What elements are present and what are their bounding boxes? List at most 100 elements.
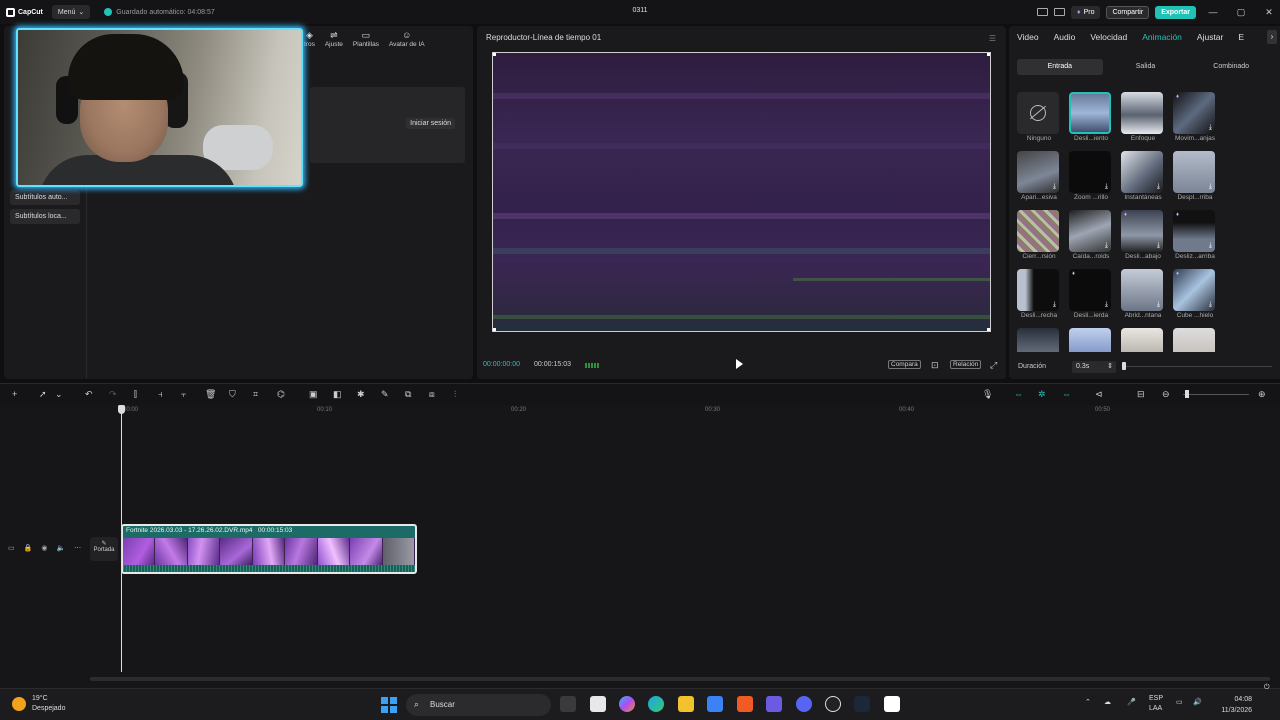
- animation-item[interactable]: ⤓ Abrid...ntana: [1121, 269, 1165, 319]
- split-right-icon[interactable]: ⫟: [181, 389, 186, 400]
- chevron-down-icon[interactable]: ⌄: [55, 389, 63, 400]
- cloud-icon[interactable]: ☁: [1104, 698, 1111, 706]
- select-cursor-icon[interactable]: ➚: [39, 389, 47, 400]
- zoom-slider-handle[interactable]: [1185, 390, 1189, 398]
- animation-item[interactable]: ⤓ Caída...roids: [1069, 210, 1113, 260]
- volume-icon[interactable]: 🔊: [1193, 698, 1202, 706]
- animation-item[interactable]: ⤓ Desli...recha: [1017, 269, 1061, 319]
- compare-button[interactable]: Compara: [888, 360, 921, 369]
- resize-handle-icon[interactable]: [493, 328, 496, 331]
- animation-item[interactable]: ♦ ⤓ Movim...anjas: [1173, 92, 1217, 142]
- animation-item[interactable]: ⤓ Instantáneas: [1121, 151, 1165, 201]
- animation-item[interactable]: ♦ ⤓ Despl...rriba: [1173, 151, 1217, 201]
- menu-button[interactable]: Menú ⌄: [51, 5, 91, 19]
- ai-tool-icon[interactable]: ⌬: [277, 389, 285, 400]
- duration-input[interactable]: 0.3s ⇕: [1072, 361, 1116, 373]
- animation-item[interactable]: Cierr...rsión: [1017, 210, 1061, 260]
- subtab-in[interactable]: Entrada: [1017, 59, 1103, 75]
- cover-button[interactable]: ✎ Portada: [90, 537, 118, 561]
- redo-icon[interactable]: ↷: [109, 389, 117, 400]
- minimize-icon[interactable]: —: [1202, 7, 1224, 17]
- mirror-icon[interactable]: ◧: [333, 389, 342, 400]
- shield-icon[interactable]: ⛉: [229, 389, 236, 400]
- animation-item[interactable]: [1121, 328, 1165, 352]
- fullscreen-icon[interactable]: ⤢: [990, 360, 997, 371]
- animation-item[interactable]: ⤓ Apari...esiva: [1017, 151, 1061, 201]
- animation-item[interactable]: Ninguno: [1017, 92, 1061, 142]
- eye-icon[interactable]: ◉: [41, 544, 47, 552]
- tab-video[interactable]: Video: [1017, 32, 1039, 42]
- snap-icon[interactable]: ✲: [1038, 389, 1046, 400]
- tab-more[interactable]: E: [1238, 32, 1244, 42]
- shortcuts-icon[interactable]: [1053, 8, 1065, 16]
- more-icon[interactable]: ⋯: [74, 544, 81, 552]
- taskbar-search[interactable]: ⌕ Buscar: [406, 694, 551, 716]
- crop-icon[interactable]: ⌗: [253, 389, 258, 400]
- notification-icon[interactable]: ⏻: [1264, 684, 1270, 692]
- split-icon[interactable]: ⫿: [134, 389, 137, 400]
- nav-adjust[interactable]: ⇌ Ajuste: [325, 30, 343, 48]
- delete-icon[interactable]: 🗑: [205, 389, 216, 400]
- share-button[interactable]: Compartir: [1106, 5, 1150, 19]
- tab-speed[interactable]: Velocidad: [1090, 32, 1127, 42]
- playhead[interactable]: [121, 412, 122, 672]
- nav-templates[interactable]: ▭ Plantillas: [353, 30, 379, 48]
- maximize-icon[interactable]: ▢: [1230, 7, 1252, 18]
- close-icon[interactable]: ✕: [1258, 7, 1280, 18]
- duration-slider[interactable]: [1122, 366, 1272, 367]
- caption-icon[interactable]: ⧉: [405, 389, 411, 400]
- edge-icon[interactable]: [648, 696, 664, 712]
- zoom-out-icon[interactable]: ⊖: [1162, 389, 1170, 400]
- tab-audio[interactable]: Audio: [1054, 32, 1076, 42]
- nav-filters[interactable]: ◈ tros: [304, 30, 315, 48]
- menu-icon[interactable]: ☰: [989, 34, 996, 43]
- video-clip[interactable]: Fortnite 2026.03.03 - 17.26.26.02.DVR.mp…: [121, 524, 417, 574]
- chatgpt-icon[interactable]: [825, 696, 841, 712]
- zoom-in-icon[interactable]: ⊕: [1258, 389, 1266, 400]
- caption-toggle-icon[interactable]: ⊟: [1137, 389, 1145, 400]
- subtab-out[interactable]: Salida: [1103, 59, 1189, 75]
- video-preview[interactable]: [492, 52, 991, 332]
- steam-icon[interactable]: [854, 696, 870, 712]
- timeline-ruler[interactable]: 00:00 00:10 00:20 00:30 00:40 00:50: [121, 405, 1280, 417]
- copilot-icon[interactable]: [619, 696, 635, 712]
- login-button[interactable]: Iniciar sesión: [406, 118, 455, 129]
- lock-icon[interactable]: 🔒: [24, 544, 33, 552]
- zoom-slider[interactable]: [1183, 394, 1249, 395]
- export-button[interactable]: Exportar: [1155, 5, 1196, 19]
- track-link-icon[interactable]: ⇔: [1062, 389, 1071, 399]
- animation-item[interactable]: [1069, 328, 1113, 352]
- tab-animation[interactable]: Animación: [1142, 32, 1182, 42]
- stepper-icon[interactable]: ⇕: [1107, 362, 1113, 370]
- brave-icon[interactable]: [737, 696, 753, 712]
- animation-item[interactable]: ♦ ⤓ Desli...abajo: [1121, 210, 1165, 260]
- fit-icon[interactable]: ⊡: [931, 360, 939, 371]
- store-icon[interactable]: [590, 696, 606, 712]
- subtab-combo[interactable]: Combinado: [1188, 59, 1274, 75]
- play-icon[interactable]: [736, 359, 743, 369]
- microphone-icon[interactable]: 🎤: [1127, 698, 1136, 706]
- magic-icon[interactable]: ✎: [381, 389, 389, 400]
- chevron-up-icon[interactable]: ⌃: [1085, 698, 1091, 706]
- microphone-icon[interactable]: 🎙: [982, 389, 993, 400]
- network-icon[interactable]: ▭: [1176, 698, 1183, 706]
- duration-slider-handle[interactable]: [1122, 362, 1126, 370]
- ratio-button[interactable]: Relación: [950, 360, 982, 369]
- transform-icon[interactable]: ⧈: [429, 389, 435, 400]
- resize-handle-icon[interactable]: [493, 53, 496, 56]
- layout-icon[interactable]: [1036, 8, 1048, 16]
- preview-axis-icon[interactable]: ⊲: [1095, 389, 1103, 400]
- animation-item[interactable]: ♦ ⤓ Cube ...hielo: [1173, 269, 1217, 319]
- freeze-icon[interactable]: ▣: [309, 389, 318, 400]
- pro-button[interactable]: ♦ Pro: [1070, 5, 1101, 19]
- undo-icon[interactable]: ↶: [85, 389, 93, 400]
- task-view-icon[interactable]: [560, 696, 576, 712]
- tab-adjust[interactable]: Ajustar: [1197, 32, 1223, 42]
- speed-icon[interactable]: ✱: [357, 389, 365, 400]
- windows-start-icon[interactable]: [381, 697, 397, 713]
- volume-icon[interactable]: 🔈: [56, 544, 65, 552]
- capcut-taskbar-icon[interactable]: [884, 696, 900, 712]
- animation-item[interactable]: [1173, 328, 1217, 352]
- resize-handle-icon[interactable]: [987, 53, 990, 56]
- resize-handle-icon[interactable]: [987, 328, 990, 331]
